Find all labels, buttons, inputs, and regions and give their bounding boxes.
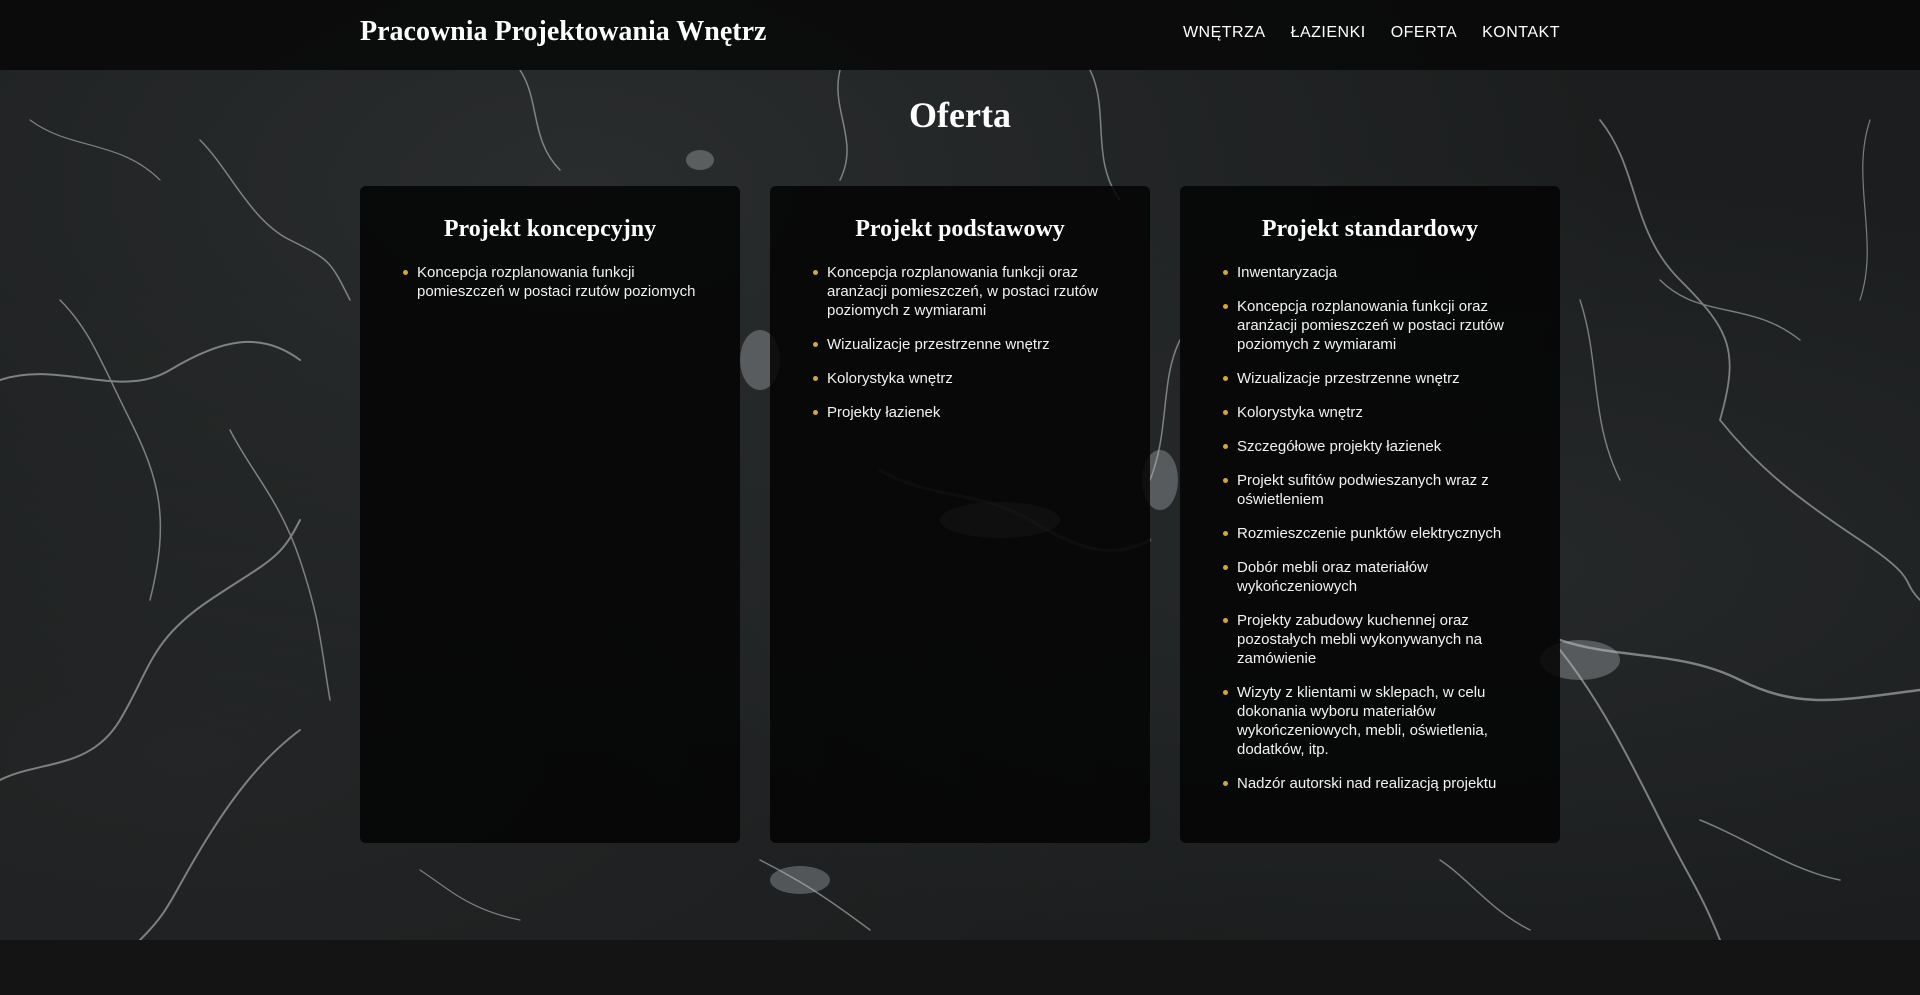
card-feature-list: Koncepcja rozplanowania funkcji pomieszc… bbox=[390, 263, 710, 301]
section-title: Oferta bbox=[909, 95, 1011, 135]
card-feature-list: Koncepcja rozplanowania funkcji oraz ara… bbox=[800, 263, 1120, 422]
feature-item: Kolorystyka wnętrz bbox=[813, 369, 1120, 388]
offer-card-koncepcyjny: Projekt koncepcyjny Koncepcja rozplanowa… bbox=[360, 186, 740, 843]
feature-item: Koncepcja rozplanowania funkcji pomieszc… bbox=[403, 263, 710, 301]
feature-item: Koncepcja rozplanowania funkcji oraz ara… bbox=[813, 263, 1120, 320]
feature-item: Wizualizacje przestrzenne wnętrz bbox=[1223, 369, 1530, 388]
card-title: Projekt koncepcyjny bbox=[443, 216, 657, 242]
nav-link-oferta[interactable]: OFERTA bbox=[1391, 24, 1457, 42]
nav-link-lazienki[interactable]: ŁAZIENKI bbox=[1291, 24, 1366, 42]
feature-item: Wizyty z klientami w sklepach, w celu do… bbox=[1223, 683, 1530, 759]
footer-band bbox=[0, 940, 1920, 995]
card-title: Projekt standardowy bbox=[1261, 216, 1479, 242]
feature-item: Projekt sufitów podwieszanych wraz z ośw… bbox=[1223, 471, 1530, 509]
feature-item: Rozmieszczenie punktów elektrycznych bbox=[1223, 524, 1530, 543]
card-feature-list: Inwentaryzacja Koncepcja rozplanowania f… bbox=[1210, 263, 1530, 793]
main-nav: WNĘTRZA ŁAZIENKI OFERTA KONTAKT bbox=[1183, 24, 1560, 42]
feature-item: Nadzór autorski nad realizacją projektu bbox=[1223, 774, 1530, 793]
feature-item: Projekty łazienek bbox=[813, 403, 1120, 422]
site-header: Pracownia Projektowania Wnętrz WNĘTRZA Ł… bbox=[0, 0, 1920, 70]
feature-item: Projekty zabudowy kuchennej oraz pozosta… bbox=[1223, 611, 1530, 668]
feature-item: Koncepcja rozplanowania funkcji oraz ara… bbox=[1223, 297, 1530, 354]
page: Pracownia Projektowania Wnętrz WNĘTRZA Ł… bbox=[0, 0, 1920, 995]
feature-item: Dobór mebli oraz materiałów wykończeniow… bbox=[1223, 558, 1530, 596]
card-title: Projekt podstawowy bbox=[855, 216, 1065, 242]
offer-cards: Projekt koncepcyjny Koncepcja rozplanowa… bbox=[360, 186, 1560, 843]
feature-item: Szczegółowe projekty łazienek bbox=[1223, 437, 1530, 456]
nav-link-wnetrza[interactable]: WNĘTRZA bbox=[1183, 24, 1266, 42]
feature-item: Kolorystyka wnętrz bbox=[1223, 403, 1530, 422]
offer-card-podstawowy: Projekt podstawowy Koncepcja rozplanowan… bbox=[770, 186, 1150, 843]
site-brand[interactable]: Pracownia Projektowania Wnętrz bbox=[360, 16, 766, 48]
feature-item: Inwentaryzacja bbox=[1223, 263, 1530, 282]
offer-card-standardowy: Projekt standardowy Inwentaryzacja Konce… bbox=[1180, 186, 1560, 843]
nav-link-kontakt[interactable]: KONTAKT bbox=[1482, 24, 1560, 42]
feature-item: Wizualizacje przestrzenne wnętrz bbox=[813, 335, 1120, 354]
